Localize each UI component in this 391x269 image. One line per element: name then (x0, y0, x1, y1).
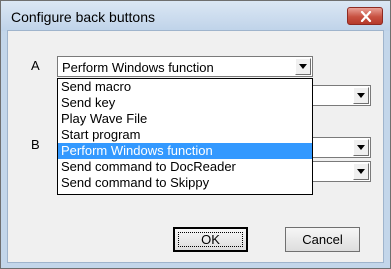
title-bar[interactable]: Configure back buttons (1, 1, 390, 31)
dropdown-option-selected[interactable]: Perform Windows function (58, 143, 312, 159)
combo-a-dropdown-list: Send macro Send key Play Wave File Start… (57, 78, 313, 195)
dropdown-option[interactable]: Play Wave File (58, 111, 312, 127)
window-title: Configure back buttons (11, 9, 155, 25)
close-icon (360, 11, 372, 22)
chevron-down-icon (357, 93, 365, 98)
dropdown-option[interactable]: Send command to DocReader (58, 159, 312, 175)
chevron-down-icon (299, 64, 307, 69)
dropdown-option[interactable]: Start program (58, 127, 312, 143)
cancel-button[interactable]: Cancel (285, 227, 360, 252)
label-a: A (31, 58, 40, 73)
combo-b-dropdown-button[interactable] (353, 139, 369, 156)
dropdown-option[interactable]: Send command to Skippy (58, 175, 312, 191)
close-button[interactable] (347, 7, 383, 25)
combo-a-dropdown-button[interactable] (295, 58, 311, 75)
dropdown-option[interactable]: Send macro (58, 79, 312, 95)
chevron-down-icon (357, 145, 365, 150)
label-b: B (31, 137, 40, 152)
combo-a-second-dropdown-button[interactable] (353, 87, 369, 104)
ok-button[interactable]: OK (173, 227, 248, 252)
dropdown-option[interactable]: Send key (58, 95, 312, 111)
chevron-down-icon (357, 169, 365, 174)
combo-a[interactable]: Perform Windows function (57, 56, 313, 77)
combo-b-second-dropdown-button[interactable] (353, 163, 369, 180)
